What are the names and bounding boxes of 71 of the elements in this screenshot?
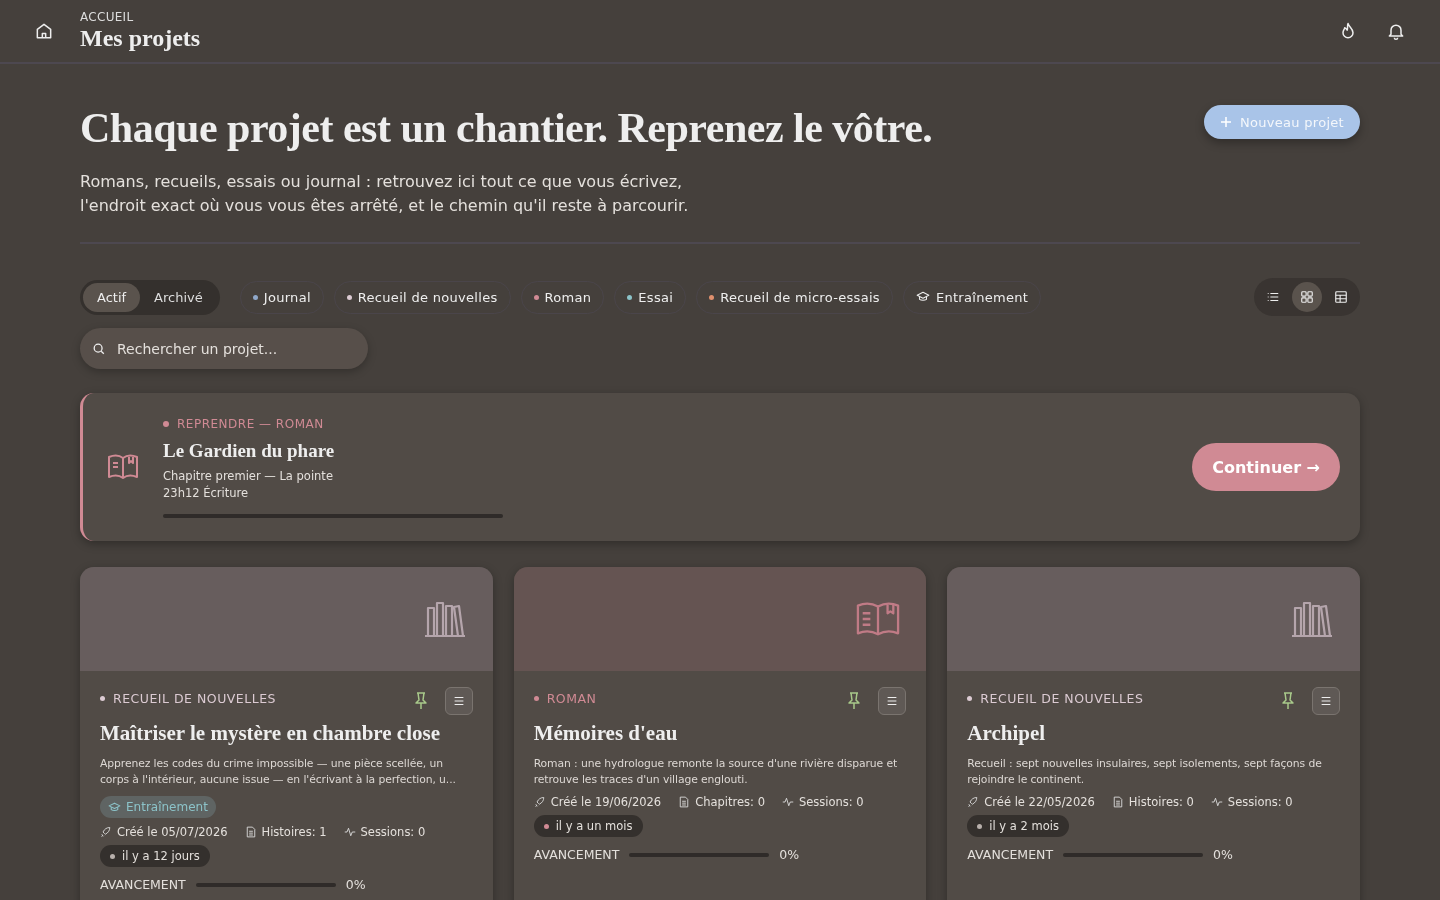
progress-percent: 0% — [1213, 847, 1233, 862]
item-count: Chapitres: 0 — [695, 795, 765, 809]
activity-icon — [1210, 796, 1223, 808]
open-book-icon — [107, 453, 139, 481]
document-icon — [678, 796, 691, 808]
session-count: Sessions: 0 — [360, 825, 426, 839]
pin-icon[interactable] — [412, 691, 429, 711]
menu-button[interactable] — [444, 687, 473, 715]
activity-icon — [343, 826, 356, 838]
created-date: Créé le 22/05/2026 — [984, 795, 1095, 809]
progress-label: AVANCEMENT — [967, 847, 1054, 862]
list-icon — [1266, 290, 1280, 304]
progress-label: AVANCEMENT — [100, 877, 186, 892]
created-date: Créé le 19/06/2026 — [550, 795, 662, 809]
project-description: Recueil : sept nouvelles insulaires, sept isolements, sept façons de rejoindre le continent. — [967, 756, 1323, 788]
pin-icon[interactable] — [1280, 691, 1296, 711]
rocket-icon — [100, 826, 112, 838]
project-title: Archipel — [967, 721, 1047, 746]
hero-heading: Chaque projet est un chantier. Reprenez le vôtre. — [80, 104, 934, 153]
progress-label: AVANCEMENT — [533, 847, 620, 862]
last-activity-text: il y a 12 jours — [122, 849, 200, 863]
menu-button[interactable] — [1312, 687, 1340, 715]
project-title: Maîtriser le mystère en chambre close — [100, 721, 441, 746]
category-label: ROMAN — [546, 691, 597, 706]
document-icon — [1111, 796, 1124, 808]
breadcrumb[interactable]: ACCUEIL — [80, 10, 201, 24]
project-description: Roman : une hydrologue remonte la source d'une rivière disparue et retrouve les traces d'un village englouti. — [533, 756, 899, 788]
hero-description: Romans, recueils, essais ou journal : retrouvez ici tout ce que vous écrivez, l'endroit exact où vous vous êtes arrêté, et le chemin qu'il reste à parcourir. — [80, 171, 690, 217]
activity-icon — [781, 796, 794, 808]
chapter-name: Chapitre premier — La pointe — [163, 467, 334, 485]
last-activity-text: il y a 2 mois — [989, 819, 1059, 833]
grid-view-button[interactable] — [1292, 282, 1322, 312]
books-icon — [1290, 600, 1334, 638]
category-label: RECUEIL DE NOUVELLES — [980, 691, 1144, 706]
pin-icon[interactable] — [846, 691, 863, 711]
menu-button[interactable] — [878, 687, 907, 715]
writing-time: 23h12 Écriture — [163, 484, 250, 502]
project-title: Mémoires d'eau — [533, 721, 679, 746]
item-count: Histoires: 1 — [261, 825, 327, 839]
item-count: Histoires: 0 — [1128, 795, 1194, 809]
session-count: Sessions: 0 — [1227, 795, 1293, 809]
project-card[interactable] — [513, 567, 927, 900]
progress-percent: 0% — [779, 847, 800, 862]
grid-icon — [1300, 290, 1314, 304]
document-icon — [244, 826, 257, 838]
category-label: RECUEIL DE NOUVELLES — [113, 691, 277, 706]
home-icon[interactable] — [34, 21, 54, 41]
project-card[interactable]: RECUEIL DE NOUVELLES Archipel Recueil : sept nouvelles insulaires, sept isolements, sept façons de rejoindre le continent. Créé le 22/05/2026 Histoires: 0 Sessions: 0 il y a 2 mois AVANCEMENT 0% — [947, 567, 1360, 900]
resume-label: REPRENDRE — ROMAN — [163, 416, 503, 431]
search-icon — [92, 342, 106, 356]
session-count: Sessions: 0 — [798, 795, 864, 809]
project-description: Apprenez les codes du crime impossible — une pièce scellée, un corps à l'intérieur, aucune issue — en l'écrivant à la perfection, u... — [100, 756, 457, 788]
graduation-cap-icon — [915, 290, 930, 304]
progress-percent: 0% — [345, 877, 366, 892]
plus-icon — [1219, 116, 1232, 128]
books-icon — [422, 600, 467, 638]
status-tab[interactable]: Actif — [83, 282, 141, 312]
last-activity-text: il y a un mois — [555, 819, 633, 833]
created-date: Créé le 05/07/2026 — [117, 825, 228, 839]
open-book-icon — [856, 600, 901, 638]
search-field[interactable]: Rechercher un projet... — [80, 328, 368, 369]
rocket-icon — [533, 796, 546, 808]
table-icon — [1334, 290, 1348, 304]
rocket-icon — [967, 796, 980, 808]
training-tag: Entraînement — [100, 796, 216, 818]
menu-icon — [1319, 694, 1333, 708]
resume-title: Le Gardien du phare — [163, 439, 336, 462]
graduation-cap-icon — [108, 800, 121, 814]
page-title: Mes projets — [80, 24, 201, 52]
project-card[interactable] — [80, 567, 493, 900]
status-tab[interactable]: Archivé — [140, 282, 217, 312]
